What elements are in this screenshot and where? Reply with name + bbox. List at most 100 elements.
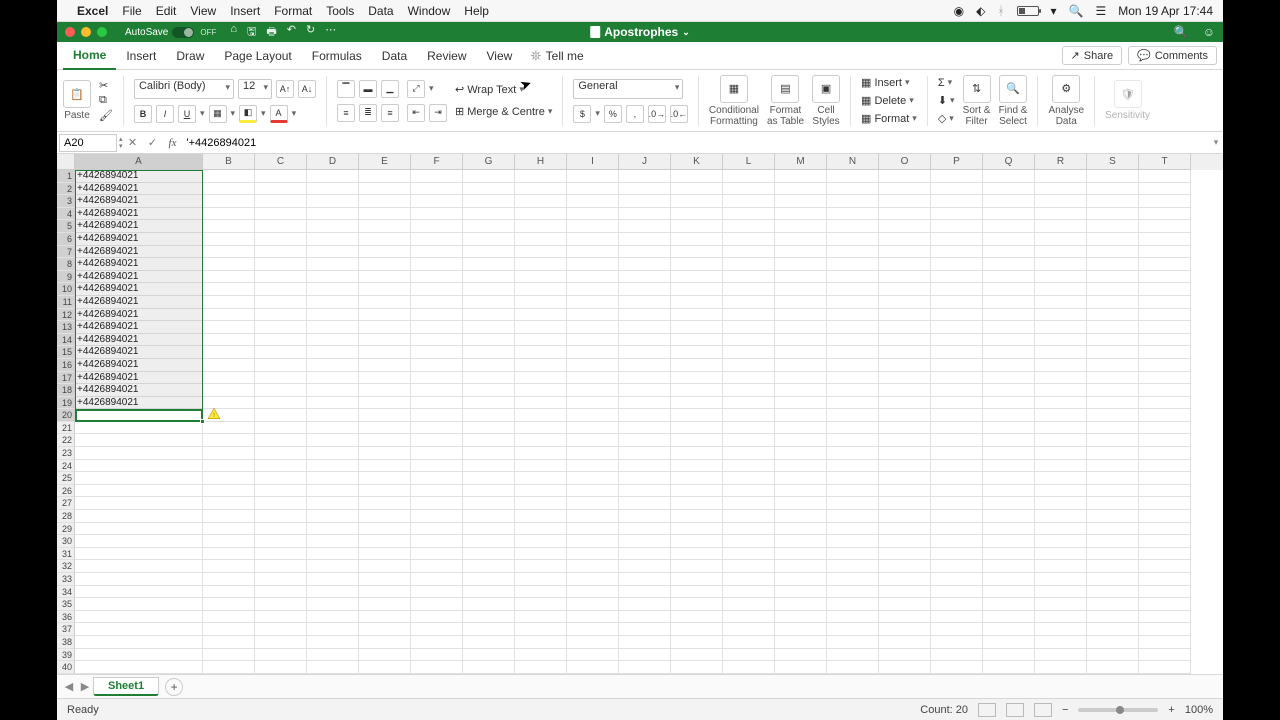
- clear-button[interactable]: ◇ ▾: [938, 111, 955, 127]
- cell-B33[interactable]: [203, 573, 255, 586]
- cell-D24[interactable]: [307, 460, 359, 473]
- cell-A39[interactable]: [75, 649, 203, 662]
- cell-P4[interactable]: [931, 208, 983, 221]
- comma-format-button[interactable]: ,: [626, 105, 644, 123]
- cell-P3[interactable]: [931, 195, 983, 208]
- cell-B2[interactable]: [203, 183, 255, 196]
- cell-S32[interactable]: [1087, 560, 1139, 573]
- cell-N10[interactable]: [827, 283, 879, 296]
- cell-E33[interactable]: [359, 573, 411, 586]
- cell-K37[interactable]: [671, 623, 723, 636]
- font-color-menu[interactable]: ▾: [292, 108, 297, 119]
- cell-J37[interactable]: [619, 623, 671, 636]
- cell-A26[interactable]: [75, 485, 203, 498]
- cell-J31[interactable]: [619, 548, 671, 561]
- cell-F35[interactable]: [411, 598, 463, 611]
- cell-J13[interactable]: [619, 321, 671, 334]
- cell-D8[interactable]: [307, 258, 359, 271]
- cell-Q29[interactable]: [983, 523, 1035, 536]
- cell-D3[interactable]: [307, 195, 359, 208]
- cell-E11[interactable]: [359, 296, 411, 309]
- cell-N24[interactable]: [827, 460, 879, 473]
- cell-C1[interactable]: [255, 170, 307, 183]
- cell-A6[interactable]: +4426894021: [75, 233, 203, 246]
- spreadsheet-grid[interactable]: ABCDEFGHIJKLMNOPQRST 1+44268940212+44268…: [57, 154, 1223, 674]
- cell-R11[interactable]: [1035, 296, 1087, 309]
- cell-I15[interactable]: [567, 346, 619, 359]
- cell-Q23[interactable]: [983, 447, 1035, 460]
- cell-C18[interactable]: [255, 384, 307, 397]
- row-header-23[interactable]: 23: [57, 447, 75, 460]
- cell-L35[interactable]: [723, 598, 775, 611]
- cell-N17[interactable]: [827, 372, 879, 385]
- row-header-35[interactable]: 35: [57, 598, 75, 611]
- cell-L14[interactable]: [723, 334, 775, 347]
- cell-J36[interactable]: [619, 611, 671, 624]
- cell-G1[interactable]: [463, 170, 515, 183]
- cell-P20[interactable]: [931, 409, 983, 422]
- cell-N35[interactable]: [827, 598, 879, 611]
- sheet-tab-1[interactable]: Sheet1: [93, 677, 159, 696]
- cell-Q27[interactable]: [983, 497, 1035, 510]
- cell-Q12[interactable]: [983, 309, 1035, 322]
- cell-Q11[interactable]: [983, 296, 1035, 309]
- cell-P16[interactable]: [931, 359, 983, 372]
- cell-Q7[interactable]: [983, 246, 1035, 259]
- cell-B9[interactable]: [203, 271, 255, 284]
- cell-D5[interactable]: [307, 220, 359, 233]
- battery-icon[interactable]: [1017, 6, 1039, 16]
- cell-H3[interactable]: [515, 195, 567, 208]
- cell-P17[interactable]: [931, 372, 983, 385]
- cell-S35[interactable]: [1087, 598, 1139, 611]
- cell-N28[interactable]: [827, 510, 879, 523]
- cell-D35[interactable]: [307, 598, 359, 611]
- cell-R14[interactable]: [1035, 334, 1087, 347]
- cell-P2[interactable]: [931, 183, 983, 196]
- cell-D17[interactable]: [307, 372, 359, 385]
- cell-P28[interactable]: [931, 510, 983, 523]
- cell-D25[interactable]: [307, 472, 359, 485]
- cell-Q6[interactable]: [983, 233, 1035, 246]
- cell-M25[interactable]: [775, 472, 827, 485]
- cell-O27[interactable]: [879, 497, 931, 510]
- normal-view-button[interactable]: [978, 703, 996, 717]
- cell-S22[interactable]: [1087, 434, 1139, 447]
- cell-K11[interactable]: [671, 296, 723, 309]
- cell-R33[interactable]: [1035, 573, 1087, 586]
- cell-P25[interactable]: [931, 472, 983, 485]
- fill-color-button[interactable]: ◧: [239, 105, 257, 123]
- cell-I38[interactable]: [567, 636, 619, 649]
- cell-R9[interactable]: [1035, 271, 1087, 284]
- cell-S19[interactable]: [1087, 397, 1139, 410]
- cell-H39[interactable]: [515, 649, 567, 662]
- cell-H24[interactable]: [515, 460, 567, 473]
- cell-M39[interactable]: [775, 649, 827, 662]
- cell-C8[interactable]: [255, 258, 307, 271]
- cell-Q8[interactable]: [983, 258, 1035, 271]
- cell-C31[interactable]: [255, 548, 307, 561]
- cell-C16[interactable]: [255, 359, 307, 372]
- cell-R26[interactable]: [1035, 485, 1087, 498]
- cell-C38[interactable]: [255, 636, 307, 649]
- cell-H36[interactable]: [515, 611, 567, 624]
- cell-S5[interactable]: [1087, 220, 1139, 233]
- cell-E16[interactable]: [359, 359, 411, 372]
- cell-F22[interactable]: [411, 434, 463, 447]
- cell-M24[interactable]: [775, 460, 827, 473]
- cell-P31[interactable]: [931, 548, 983, 561]
- cell-N11[interactable]: [827, 296, 879, 309]
- cell-C35[interactable]: [255, 598, 307, 611]
- menu-file[interactable]: File: [122, 4, 141, 18]
- cell-P15[interactable]: [931, 346, 983, 359]
- cell-L27[interactable]: [723, 497, 775, 510]
- cell-E38[interactable]: [359, 636, 411, 649]
- cell-N2[interactable]: [827, 183, 879, 196]
- zoom-in-button[interactable]: +: [1168, 704, 1174, 716]
- cell-S24[interactable]: [1087, 460, 1139, 473]
- row-header-4[interactable]: 4: [57, 208, 75, 221]
- cell-O19[interactable]: [879, 397, 931, 410]
- cell-O20[interactable]: [879, 409, 931, 422]
- cell-L13[interactable]: [723, 321, 775, 334]
- align-bottom-button[interactable]: ▁: [381, 80, 399, 98]
- cell-Q18[interactable]: [983, 384, 1035, 397]
